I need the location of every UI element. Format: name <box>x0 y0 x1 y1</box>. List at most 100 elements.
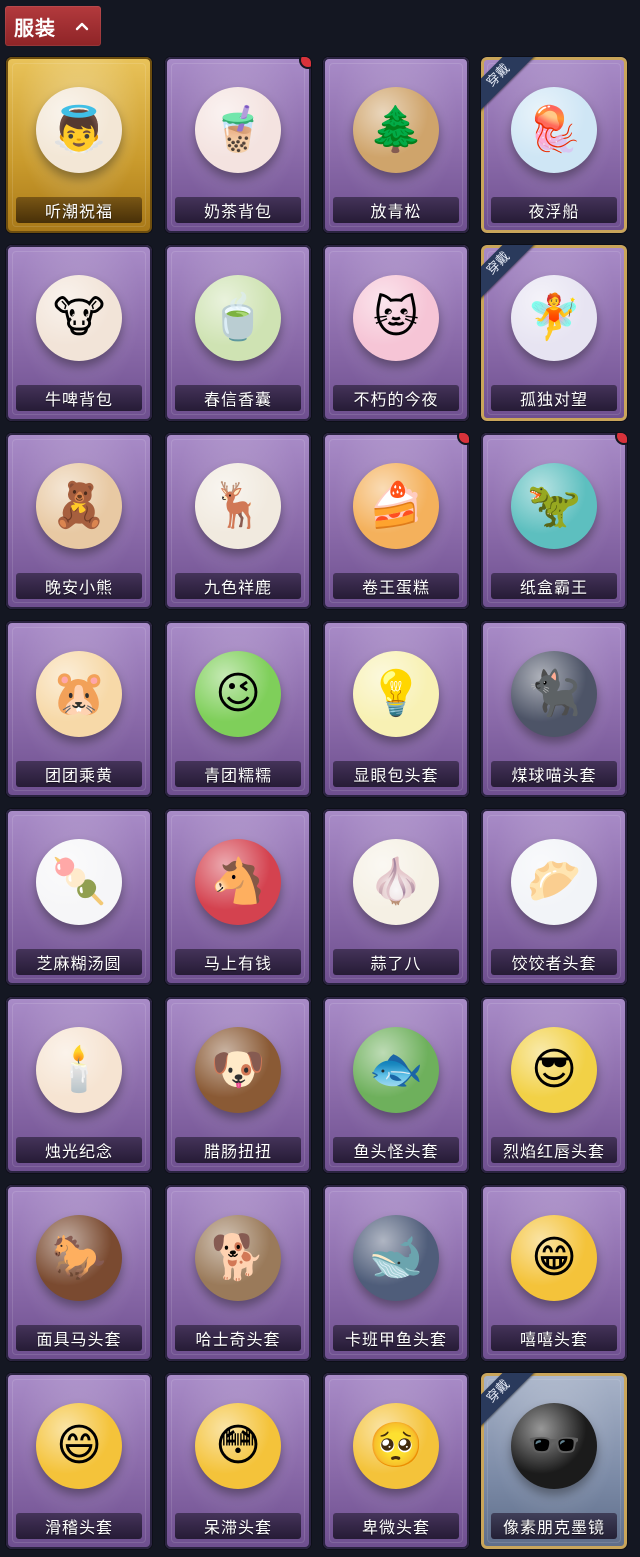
costume-item-card[interactable]: 🍵 春信香囊 <box>165 245 311 421</box>
item-name-label: 青团糯糯 <box>175 761 301 787</box>
teddy-bear-charm-icon: 🧸 <box>36 462 122 549</box>
costume-item-card[interactable]: 😎 烈焰红唇头套 <box>481 997 627 1173</box>
item-art: 🐟 <box>323 997 469 1142</box>
item-art: 🐶 <box>165 997 311 1142</box>
item-name-label: 卡班甲鱼头套 <box>333 1325 459 1351</box>
item-art: 💡 <box>323 621 469 766</box>
item-name-label: 嘻嘻头套 <box>491 1325 617 1351</box>
yellow-mouse-shades-icon: 😎 <box>511 1026 597 1113</box>
costume-item-card[interactable]: 🧸 晚安小熊 <box>6 433 152 609</box>
item-art: 🐕 <box>165 1185 311 1330</box>
item-art: 😄 <box>6 1373 152 1518</box>
item-name-label: 蒜了八 <box>333 949 459 975</box>
item-art: 🐋 <box>323 1185 469 1330</box>
angel-wings-figure-icon: 👼 <box>36 86 122 173</box>
humble-emoji-head-icon: 🥺 <box>353 1402 439 1489</box>
costume-item-card[interactable]: 🕯️ 烛光纪念 <box>6 997 152 1173</box>
item-art: 🐮 <box>6 245 152 390</box>
auspicious-deer-icon: 🦌 <box>195 462 281 549</box>
costume-item-card[interactable]: 🐕 哈士奇头套 <box>165 1185 311 1361</box>
item-name-label: 滑稽头套 <box>16 1513 142 1539</box>
costume-item-card[interactable]: 🐴 马上有钱 <box>165 809 311 985</box>
item-art: 😁 <box>481 1185 627 1330</box>
pixel-sunglasses-icon: 🕶️ <box>511 1402 597 1489</box>
costume-item-card[interactable]: 🧄 蒜了八 <box>323 809 469 985</box>
item-name-label: 芝麻糊汤圆 <box>16 949 142 975</box>
costume-item-card[interactable]: 🧋 奶茶背包 <box>165 57 311 233</box>
dazed-emoji-head-icon: 😳 <box>195 1402 281 1489</box>
roll-cake-icon: 🍰 <box>353 462 439 549</box>
jellyfish-crystal-icon: 🪼 <box>511 86 597 173</box>
funny-emoji-head-icon: 😄 <box>36 1402 122 1489</box>
costume-item-card[interactable]: 😁 嘻嘻头套 <box>481 1185 627 1361</box>
costume-item-card[interactable]: 🐎 面具马头套 <box>6 1185 152 1361</box>
item-art: 🌲 <box>323 57 469 202</box>
item-name-label: 煤球喵头套 <box>491 761 617 787</box>
item-name-label: 放青松 <box>333 197 459 223</box>
item-name-label: 烛光纪念 <box>16 1137 142 1163</box>
item-name-label: 卷王蛋糕 <box>333 573 459 599</box>
costume-item-card[interactable]: 🧚 孤独对望 穿戴 <box>481 245 627 421</box>
rice-dumpling-flower-icon: 🍡 <box>36 838 122 925</box>
costume-item-card[interactable]: 👼 听潮祝福 <box>6 57 152 233</box>
costume-item-card[interactable]: 🥺 卑微头套 <box>323 1373 469 1549</box>
cow-beer-barrel-icon: 🐮 <box>36 274 122 361</box>
costume-item-card[interactable]: 🐱 不朽的今夜 <box>323 245 469 421</box>
costume-item-card[interactable]: 🐹 团团乘黄 <box>6 621 152 797</box>
item-art: 🧄 <box>323 809 469 954</box>
costume-item-card[interactable]: 🐟 鱼头怪头套 <box>323 997 469 1173</box>
black-cat-head-icon: 🐈‍⬛ <box>511 650 597 737</box>
costume-item-card[interactable]: 🦖 纸盒霸王 <box>481 433 627 609</box>
costume-item-card[interactable]: 🐈‍⬛ 煤球喵头套 <box>481 621 627 797</box>
item-name-label: 九色祥鹿 <box>175 573 301 599</box>
item-art: 🍡 <box>6 809 152 954</box>
item-name-label: 夜浮船 <box>491 197 617 223</box>
costume-item-card[interactable]: 🍰 卷王蛋糕 <box>323 433 469 609</box>
item-name-label: 听潮祝福 <box>16 197 142 223</box>
chubby-beast-head-icon: 🐹 <box>36 650 122 737</box>
item-name-label: 像素朋克墨镜 <box>491 1513 617 1539</box>
garlic-head-icon: 🧄 <box>353 838 439 925</box>
item-art: 🍵 <box>165 245 311 390</box>
item-art: 🐴 <box>165 809 311 954</box>
sausage-dog-head-icon: 🐶 <box>195 1026 281 1113</box>
dumpling-cloud-head-icon: 🥟 <box>511 838 597 925</box>
item-art: 🐈‍⬛ <box>481 621 627 766</box>
green-rice-ball-icon: 😉 <box>195 650 281 737</box>
silver-doll-charm-icon: 🧚 <box>511 274 597 361</box>
lightbulb-king-icon: 💡 <box>353 650 439 737</box>
item-name-label: 卑微头套 <box>333 1513 459 1539</box>
chevron-up-icon <box>75 22 89 31</box>
grin-emoji-head-icon: 😁 <box>511 1214 597 1301</box>
costume-item-card[interactable]: 🌲 放青松 <box>323 57 469 233</box>
blue-fish-head-icon: 🐋 <box>353 1214 439 1301</box>
costume-item-card[interactable]: 😉 青团糯糯 <box>165 621 311 797</box>
item-name-label: 饺饺者头套 <box>491 949 617 975</box>
costume-item-card[interactable]: 🐋 卡班甲鱼头套 <box>323 1185 469 1361</box>
red-horse-head-icon: 🐴 <box>195 838 281 925</box>
costume-item-card[interactable]: 💡 显眼包头套 <box>323 621 469 797</box>
item-art: 🐹 <box>6 621 152 766</box>
costume-category-tab[interactable]: 服装 <box>5 6 101 46</box>
item-name-label: 牛啤背包 <box>16 385 142 411</box>
husky-shades-head-icon: 🐕 <box>195 1214 281 1301</box>
cardboard-dino-icon: 🦖 <box>511 462 597 549</box>
costume-item-card[interactable]: 🐮 牛啤背包 <box>6 245 152 421</box>
costume-item-card[interactable]: 🥟 饺饺者头套 <box>481 809 627 985</box>
item-name-label: 团团乘黄 <box>16 761 142 787</box>
item-art: 🥟 <box>481 809 627 954</box>
item-name-label: 纸盒霸王 <box>491 573 617 599</box>
horse-mask-icon: 🐎 <box>36 1214 122 1301</box>
costume-item-card[interactable]: 🐶 腊肠扭扭 <box>165 997 311 1173</box>
costume-item-card[interactable]: 🍡 芝麻糊汤圆 <box>6 809 152 985</box>
costume-item-card[interactable]: 🪼 夜浮船 穿戴 <box>481 57 627 233</box>
costume-item-card[interactable]: 🕶️ 像素朋克墨镜 穿戴 <box>481 1373 627 1549</box>
costume-item-card[interactable]: 🦌 九色祥鹿 <box>165 433 311 609</box>
item-art: 🐎 <box>6 1185 152 1330</box>
costume-item-card[interactable]: 😄 滑稽头套 <box>6 1373 152 1549</box>
item-art: 😉 <box>165 621 311 766</box>
item-name-label: 春信香囊 <box>175 385 301 411</box>
item-name-label: 烈焰红唇头套 <box>491 1137 617 1163</box>
costume-item-card[interactable]: 😳 呆滞头套 <box>165 1373 311 1549</box>
item-name-label: 孤独对望 <box>491 385 617 411</box>
